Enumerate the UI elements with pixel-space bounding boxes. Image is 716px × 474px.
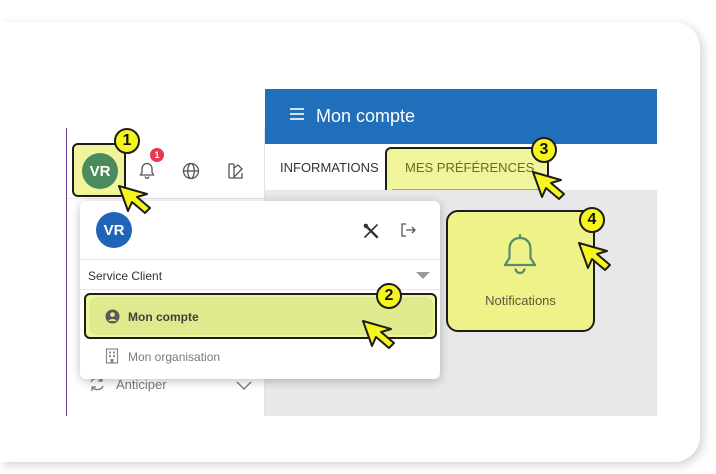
callout-badge-3: 3 <box>531 137 557 163</box>
tab-mes-preferences[interactable]: MES PRÉFÉRENCES <box>405 160 534 175</box>
sidebar-item-label: Anticiper <box>116 377 167 392</box>
notifications-label: Notifications <box>485 293 556 308</box>
pointer-cursor-icon <box>532 171 565 200</box>
menu-item-label: Mon compte <box>128 310 199 324</box>
tab-informations[interactable]: INFORMATIONS <box>280 160 379 175</box>
app-header: Mon compte <box>265 89 657 144</box>
dropdown-divider <box>80 259 440 260</box>
notification-badge: 1 <box>150 148 164 162</box>
logout-icon[interactable] <box>399 221 417 244</box>
user-circle-icon <box>105 309 120 329</box>
sidebar-topbar-divider <box>67 198 265 199</box>
chevron-down-icon <box>236 378 252 396</box>
pointer-cursor-icon <box>118 185 151 214</box>
callout-badge-1: 1 <box>114 128 140 154</box>
pointer-cursor-icon <box>578 242 611 271</box>
callout-badge-2: 2 <box>376 283 402 309</box>
service-select[interactable]: Service Client <box>88 269 162 283</box>
swatch-icon[interactable] <box>225 160 247 182</box>
tools-icon[interactable] <box>362 222 380 245</box>
caret-down-icon[interactable] <box>416 272 430 279</box>
refresh-icon <box>88 376 106 397</box>
building-icon <box>105 348 119 369</box>
bell-icon <box>500 231 540 282</box>
menu-item-mon-organisation[interactable]: Mon organisation <box>128 350 220 364</box>
pointer-cursor-icon <box>362 320 395 349</box>
page-title: Mon compte <box>316 106 416 126</box>
avatar-button[interactable]: VR <box>82 153 118 189</box>
bell-icon[interactable] <box>136 160 158 182</box>
callout-badge-4: 4 <box>579 207 605 233</box>
globe-icon[interactable] <box>180 160 202 182</box>
hamburger-icon[interactable] <box>289 106 305 127</box>
